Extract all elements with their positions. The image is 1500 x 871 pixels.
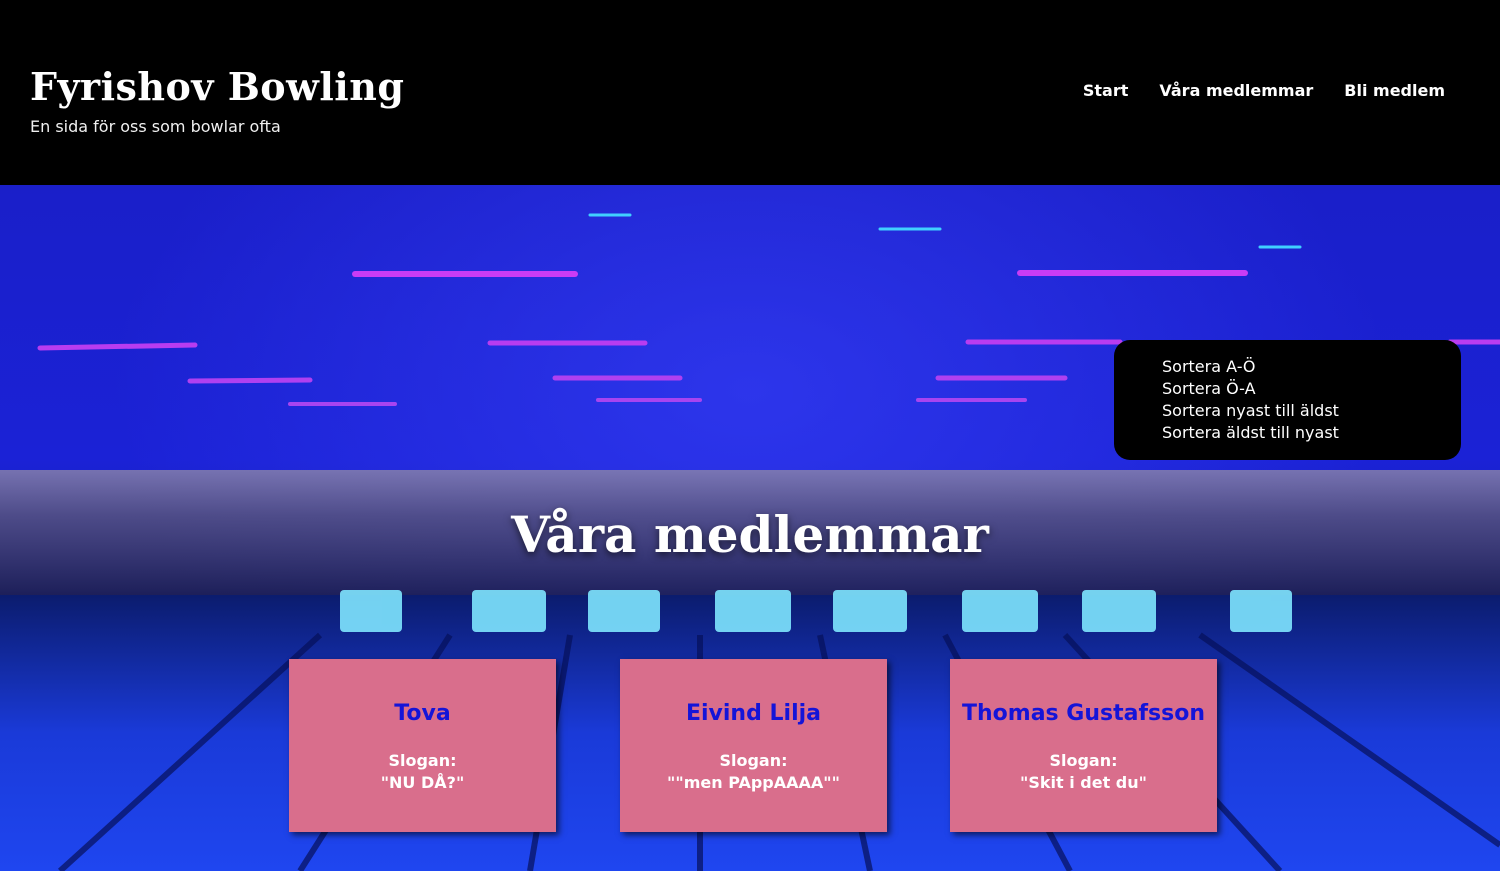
sort-oldest-first-option[interactable]: Sortera äldst till nyast <box>1162 422 1461 444</box>
slogan-label: Slogan: <box>719 751 788 770</box>
member-card: Eivind Lilja Slogan: ""men PAppAAAA"" <box>620 659 887 832</box>
site-tagline: En sida för oss som bowlar ofta <box>30 117 281 136</box>
member-name: Thomas Gustafsson <box>961 701 1206 726</box>
nav-item-join[interactable]: Bli medlem <box>1344 81 1445 100</box>
nav-item-start[interactable]: Start <box>1083 81 1129 100</box>
sort-menu: Sortera A-Ö Sortera Ö-A Sortera nyast ti… <box>1114 340 1461 460</box>
nav-item-members[interactable]: Våra medlemmar <box>1159 81 1313 100</box>
page-title: Våra medlemmar <box>511 505 989 564</box>
slogan-label: Slogan: <box>388 751 457 770</box>
sort-newest-first-option[interactable]: Sortera nyast till äldst <box>1162 400 1461 422</box>
main-nav: Start Våra medlemmar Bli medlem <box>1083 81 1445 100</box>
member-slogan: ""men PAppAAAA"" <box>667 773 840 792</box>
member-name: Eivind Lilja <box>685 701 821 726</box>
member-slogan: "NU DÅ?" <box>380 773 465 792</box>
member-card: Tova Slogan: "NU DÅ?" <box>289 659 556 832</box>
site-title[interactable]: Fyrishov Bowling <box>30 64 404 109</box>
member-card: Thomas Gustafsson Slogan: "Skit i det du… <box>950 659 1217 832</box>
slogan-label: Slogan: <box>1049 751 1118 770</box>
site-header: Fyrishov Bowling En sida för oss som bow… <box>0 0 1500 185</box>
member-name: Tova <box>394 701 451 726</box>
sort-a-o-option[interactable]: Sortera A-Ö <box>1162 356 1461 378</box>
member-slogan: "Skit i det du" <box>1020 773 1147 792</box>
sort-o-a-option[interactable]: Sortera Ö-A <box>1162 378 1461 400</box>
